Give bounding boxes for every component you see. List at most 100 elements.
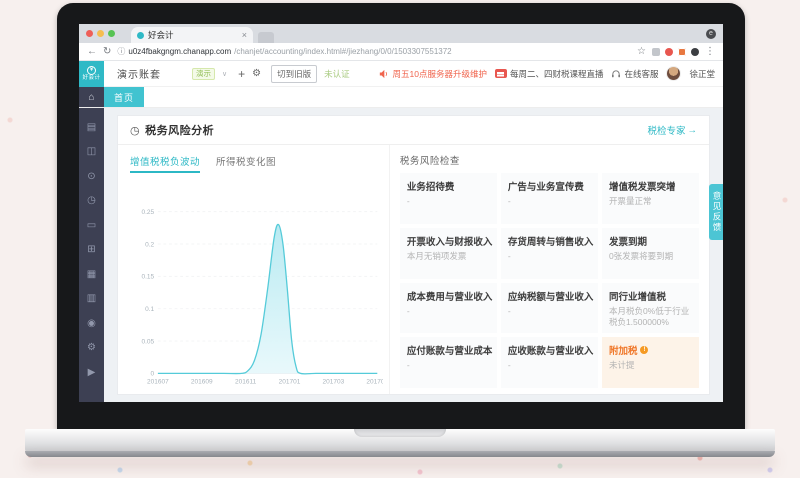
risk-grid: 业务招待费 - 广告与业务宣传费 - 增值税发票突增 开票量正常 开票收入与财报收入 本月无销… [399, 173, 699, 388]
arrow-right-icon: → [687, 124, 698, 136]
risk-cell-title: 业务招待费 [406, 182, 455, 193]
tab-income-tax[interactable]: 所得税变化图 [216, 154, 276, 173]
tab-home-page[interactable]: 首页 [104, 87, 144, 107]
logo-text: 好会计 [82, 74, 101, 81]
live-course-link[interactable]: 每周二、四财税课程直播 [494, 68, 604, 80]
tab-vat-burden[interactable]: 增值税税负波动 [130, 154, 201, 173]
extension-icons [652, 47, 699, 56]
svg-text:0: 0 [151, 371, 155, 378]
risk-cell[interactable]: 同行业增值税 本月税负0%低于行业税负1.500000% [601, 282, 699, 334]
sidebar-item-customers[interactable]: ▥ [79, 287, 104, 312]
tax-expert-link[interactable]: 税检专家 → [647, 123, 698, 138]
browser-menu-icon[interactable]: ⋮ [705, 46, 715, 57]
risk-cell-value: - [406, 305, 410, 316]
sidebar: ▤ ◫ ⊙ ◷ ▭ ⊞ ▦ ▥ ◉ ⚙ ▶ [79, 108, 104, 402]
risk-cell[interactable]: 开票收入与财报收入 本月无销项发票 [399, 227, 497, 279]
user-avatar[interactable] [666, 66, 682, 81]
page-title-group: ◷ 税务风险分析 [130, 122, 214, 138]
browser-window: 好会计 × e ← ↻ ⓘ u0z4fbakgngm.chanapp.com /… [79, 24, 723, 402]
feedback-side-tab[interactable]: 意见反馈 [709, 184, 723, 240]
risk-panel-title: 税务风险检查 [399, 156, 460, 167]
risk-cell[interactable]: 附加税! 未计提 [601, 337, 699, 388]
address-bar[interactable]: ⓘ u0z4fbakgngm.chanapp.com /chanjet/acco… [117, 46, 631, 57]
svg-text:0.2: 0.2 [145, 241, 154, 248]
sidebar-item-reports[interactable]: ◫ [79, 140, 104, 165]
extension-icon[interactable] [652, 47, 660, 56]
url-domain: u0z4fbakgngm.chanapp.com [128, 47, 232, 56]
account-set-name[interactable]: 演示账套 [117, 66, 161, 81]
browser-tab[interactable]: 好会计 × [131, 27, 253, 43]
announcement-text: 周五10点服务器升级维护 [392, 68, 487, 79]
risk-cell[interactable]: 应付账款与营业成本 - [399, 337, 497, 388]
close-window-button[interactable] [86, 30, 93, 37]
logo-yen-icon: ¥ [87, 65, 96, 75]
extension-icon[interactable] [665, 47, 673, 56]
risk-pane: 税务风险检查 业务招待费 - 广告与业务宣传费 - 增值税发票突增 开票量正常 开票收入与财… [390, 145, 709, 394]
settings-gear-icon[interactable]: ⚙ [252, 68, 261, 79]
extension-icon[interactable] [691, 47, 699, 56]
risk-cell-value: - [406, 360, 410, 371]
live-course-text: 每周二、四财税课程直播 [509, 68, 604, 79]
risk-cell-value: 未计提 [608, 360, 635, 371]
laptop-notch [354, 429, 446, 437]
user-name[interactable]: 徐正堂 [689, 68, 715, 80]
risk-cell-title: 发票到期 [608, 236, 647, 248]
announcement[interactable]: 周五10点服务器升级维护 [379, 68, 487, 80]
demo-badge: 演示 [192, 67, 215, 80]
back-icon[interactable]: ← [87, 46, 97, 57]
svg-text:201607: 201607 [147, 379, 169, 386]
risk-cell[interactable]: 应纳税额与营业收入 - [500, 282, 598, 334]
risk-cell[interactable]: 广告与业务宣传费 - [500, 173, 598, 224]
sidebar-item-tutorial[interactable]: ▶ [79, 360, 104, 385]
svg-text:0.1: 0.1 [145, 306, 154, 313]
browser-tabstrip: 好会计 × e [79, 24, 723, 43]
site-info-icon[interactable]: ⓘ [117, 46, 125, 57]
minimize-window-button[interactable] [97, 30, 104, 37]
live-icon [494, 69, 507, 78]
risk-cell[interactable]: 应收账款与营业收入 - [500, 337, 598, 388]
online-support-link[interactable]: 在线客服 [611, 68, 658, 80]
risk-cell-title: 附加税! [609, 343, 692, 357]
risk-cell[interactable]: 业务招待费 - [399, 173, 497, 224]
switch-old-version-button[interactable]: 切到旧版 [271, 64, 318, 83]
risk-cell-value: 0张发票将要到期 [608, 250, 674, 261]
sidebar-item-period-end[interactable]: ◷ [79, 189, 104, 214]
svg-text:201703: 201703 [323, 379, 345, 386]
sidebar-item-invoice[interactable]: ▤ [79, 115, 104, 140]
risk-cell[interactable]: 发票到期 0张发票将要到期 [601, 227, 699, 279]
sidebar-item-assets[interactable]: ▦ [79, 262, 104, 287]
risk-cell-value: - [507, 305, 511, 316]
bookmark-star-icon[interactable]: ☆ [637, 46, 646, 57]
risk-cell-title: 增值税发票突增 [608, 182, 676, 193]
browser-profile-icon[interactable]: e [706, 28, 716, 39]
chevron-down-icon[interactable]: ∨ [222, 70, 227, 78]
tab-close-icon[interactable]: × [242, 30, 247, 40]
sidebar-item-home[interactable]: ⌂ [79, 87, 104, 107]
svg-text:0.05: 0.05 [142, 338, 155, 345]
tab-title: 好会计 [148, 30, 174, 40]
svg-text:0.15: 0.15 [142, 274, 155, 281]
card-body: 增值税税负波动 所得税变化图 0 0.05 0.1 0.15 0.2 0.25 … [118, 145, 709, 394]
sidebar-item-salary[interactable]: ⊞ [79, 238, 104, 263]
risk-cell-title: 应收账款与营业收入 [507, 346, 594, 358]
risk-cell-title: 存货周转与销售收入 [507, 236, 594, 248]
risk-cell[interactable]: 存货周转与销售收入 - [500, 227, 598, 279]
risk-cell[interactable]: 成本费用与营业收入 - [399, 282, 497, 334]
refresh-icon[interactable]: ↻ [103, 46, 111, 57]
app-logo[interactable]: ¥ 好会计 [79, 60, 104, 87]
laptop-base [25, 429, 775, 453]
svg-text:201611: 201611 [235, 379, 257, 386]
sidebar-item-funds[interactable]: ⊙ [79, 164, 104, 189]
sidebar-item-tax[interactable]: ▭ [79, 213, 104, 238]
risk-cell[interactable]: 增值税发票突增 开票量正常 [601, 173, 699, 224]
sidebar-item-print[interactable]: ◉ [79, 311, 104, 336]
warning-icon: ! [640, 346, 649, 355]
sidebar-item-settings[interactable]: ⚙ [79, 336, 104, 361]
clock-icon: ◷ [130, 124, 141, 137]
add-account-button[interactable]: + [238, 67, 245, 81]
extension-icon[interactable] [678, 47, 686, 56]
new-tab-button[interactable] [258, 32, 274, 43]
zoom-window-button[interactable] [108, 30, 115, 37]
auth-status[interactable]: 未认证 [324, 68, 350, 80]
tab-favicon-icon [137, 31, 144, 39]
